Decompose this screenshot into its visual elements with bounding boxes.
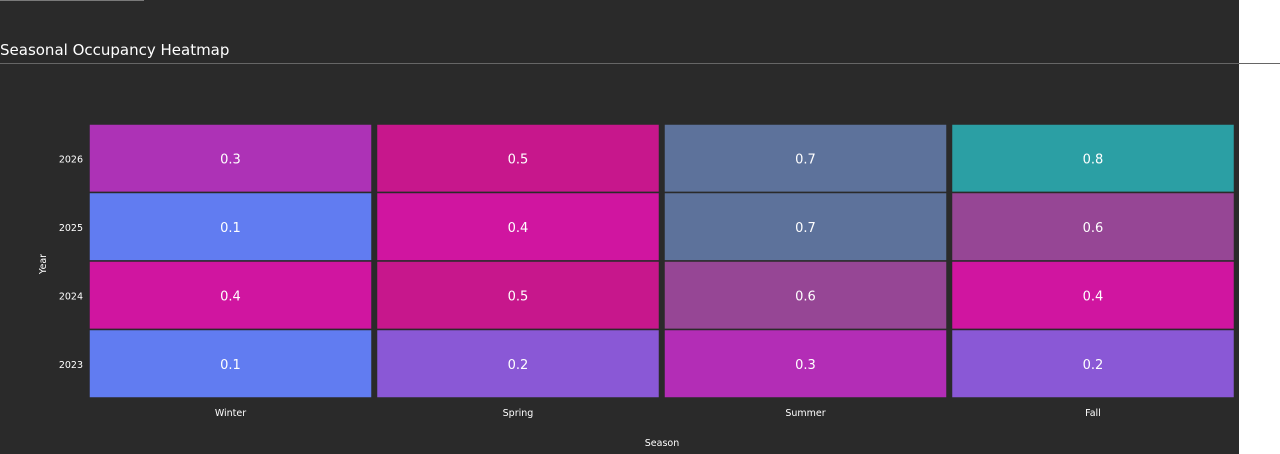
cell-value-label: 0.1 [220,358,241,373]
y-tick-label: 2025 [59,223,83,234]
page: Seasonal Occupancy Heatmap 0.3 0.5 0.7 0.8 0… [0,0,1280,454]
cell-value-label: 0.8 [1083,152,1104,167]
cell-value-label: 0.2 [508,358,529,373]
cell-value-label: 0.3 [795,358,816,373]
cell-value-label: 0.4 [508,221,529,236]
cell-value-label: 0.7 [795,152,816,167]
x-tick-label: Spring [503,408,534,419]
cell-value-label: 0.5 [508,289,529,304]
cell-value-label: 0.7 [795,221,816,236]
x-axis-label: Season [645,438,679,449]
x-tick-label: Fall [1085,408,1101,419]
cell-value-label: 0.2 [1083,358,1104,373]
x-tick-label: Summer [785,408,825,419]
right-margin-strip [1239,0,1280,454]
y-tick-label: 2026 [59,154,83,165]
cell-value-label: 0.3 [220,152,241,167]
y-axis-label: Year [38,254,49,275]
cell-value-label: 0.1 [220,221,241,236]
x-tick-label: Winter [215,408,246,419]
cell-value-label: 0.5 [508,152,529,167]
cell-value-label: 0.4 [1083,289,1104,304]
y-tick-label: 2023 [59,360,83,371]
heatmap-chart: 0.3 0.5 0.7 0.8 0.1 0.4 0.7 0.6 0.4 0.5 0.6 0.4 0.1 0… [38,123,1236,449]
cell-value-label: 0.6 [1083,221,1104,236]
cell-value-label: 0.4 [220,289,241,304]
cell-value-label: 0.6 [795,289,816,304]
y-tick-label: 2024 [59,291,83,302]
